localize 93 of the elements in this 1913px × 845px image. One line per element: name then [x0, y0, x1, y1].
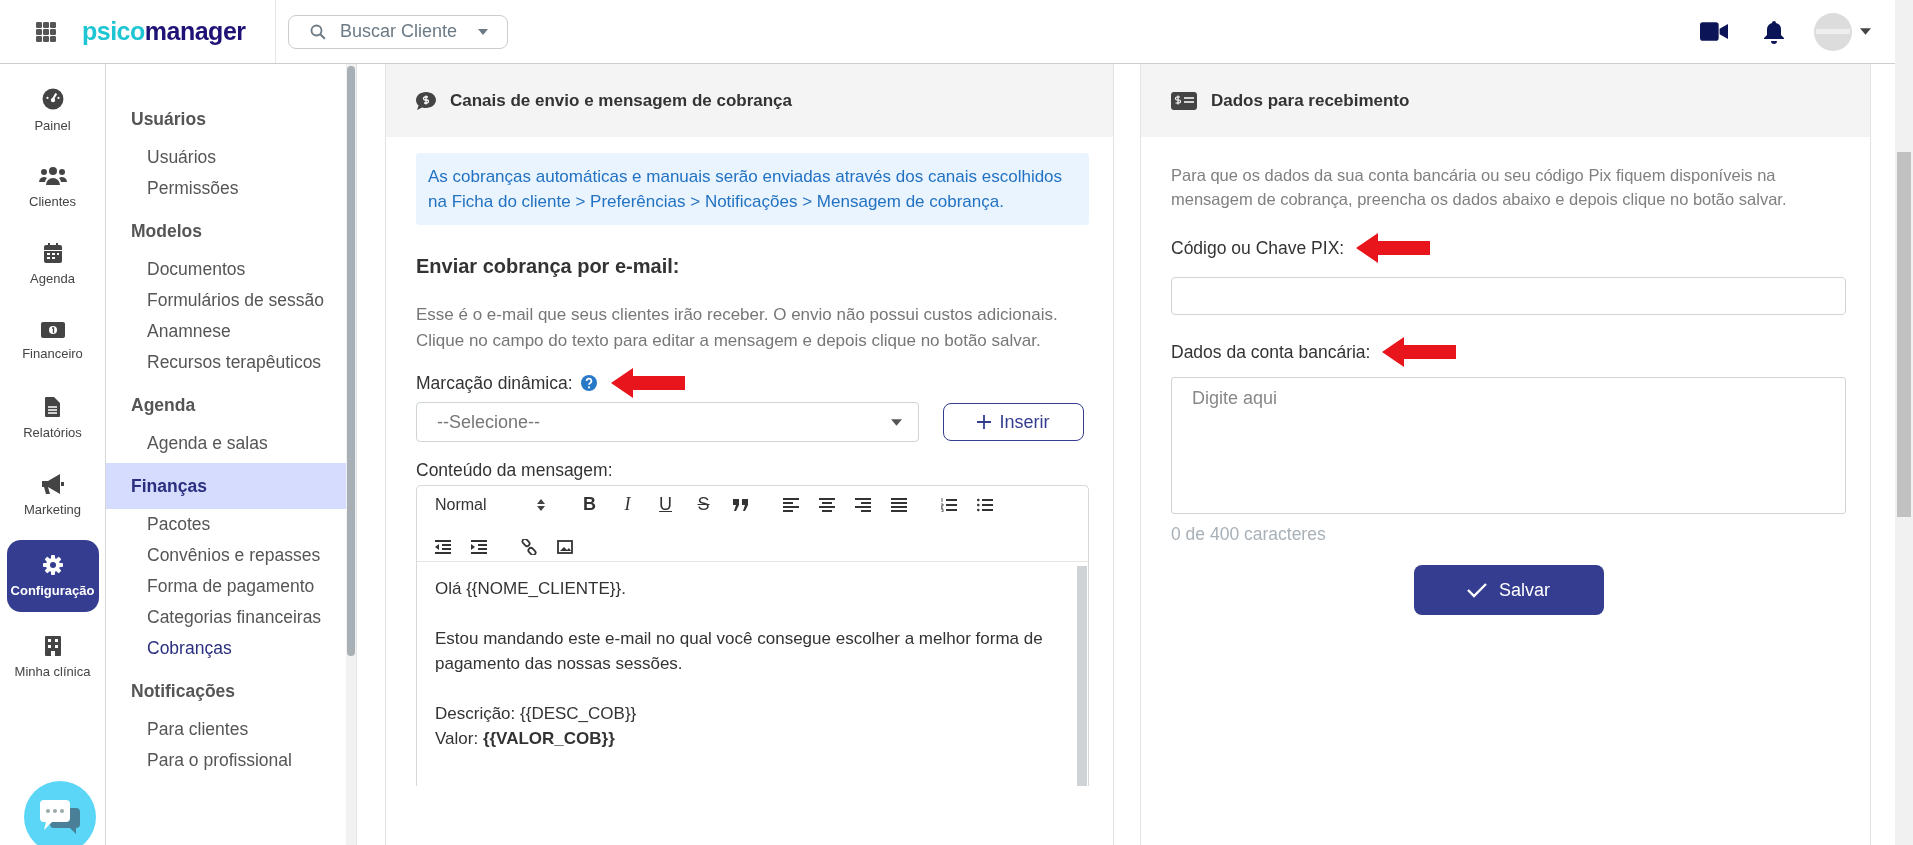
nav-item[interactable]: Marketing — [6, 463, 99, 527]
italic-button[interactable]: I — [618, 494, 637, 515]
panel-title: Canais de envio e mensagem de cobrança — [450, 90, 793, 111]
field-label: Conteúdo da mensagem: — [416, 460, 614, 481]
menu-item[interactable]: Documentos — [106, 254, 346, 285]
menu-item[interactable]: Agenda e salas — [106, 428, 346, 459]
menu-group-heading[interactable]: Modelos — [106, 208, 346, 254]
chat-button[interactable] — [24, 781, 96, 845]
search-icon — [310, 23, 326, 40]
character-counter: 0 de 400 caracteres — [1171, 524, 1327, 545]
document-icon — [45, 396, 60, 417]
align-center-icon[interactable] — [818, 497, 835, 512]
strike-button[interactable]: S — [694, 494, 713, 515]
check-icon — [1467, 582, 1487, 598]
menu-item[interactable]: Formulários de sessão — [106, 285, 346, 316]
menu-item[interactable]: Forma de pagamento — [106, 571, 346, 602]
dropdown[interactable]: --Selecione-- — [416, 402, 919, 442]
input-field[interactable] — [1171, 277, 1846, 315]
apps-grid-icon[interactable] — [36, 21, 56, 42]
menu-item[interactable]: Recursos terapêuticos — [106, 347, 346, 378]
caret-icon — [891, 418, 902, 426]
info-notice: As cobranças automáticas e manuais serão enviadas através dos canais escolhidos na Ficha do cliente > Preferências > Notificações > Mensagem de cobrança. — [416, 153, 1089, 225]
menu-item[interactable]: Pacotes — [106, 509, 346, 540]
calendar-icon — [43, 242, 62, 263]
menu-item[interactable]: Usuários — [106, 142, 346, 173]
field-label: Código ou Chave PIX: — [1171, 237, 1345, 259]
outdent-icon[interactable] — [435, 540, 451, 554]
building-icon — [44, 635, 61, 656]
message-text: Valor: {{VALOR_COB}} — [435, 728, 616, 750]
banknote-icon — [40, 321, 65, 338]
message-text: Descrição: {{DESC_COB}} — [435, 703, 638, 725]
video-camera-icon[interactable] — [1700, 22, 1728, 41]
nav-item[interactable]: Agenda — [6, 232, 99, 296]
panel-title: Dados para recebimento — [1211, 90, 1410, 111]
help-icon[interactable] — [580, 375, 597, 391]
message-text: Estou mandando este e-mail no qual você consegue escolher a melhor forma de pagamento das nossas sessões. — [435, 628, 1044, 675]
indent-icon[interactable] — [471, 540, 487, 554]
nav-item[interactable]: Configuração — [6, 540, 99, 612]
gauge-icon — [41, 87, 64, 110]
sort-arrows-icon — [536, 498, 545, 511]
quote-icon[interactable] — [732, 498, 749, 511]
bullet-list-icon[interactable] — [976, 497, 993, 512]
image-icon[interactable] — [557, 540, 573, 554]
menu-item[interactable]: Categorias financeiras — [106, 602, 346, 633]
scrollbar-thumb[interactable] — [1897, 152, 1911, 517]
plus-icon — [977, 415, 992, 429]
scrollbar[interactable] — [1895, 0, 1913, 845]
scrollbar[interactable] — [346, 64, 356, 845]
menu-item[interactable]: Para o profissional — [106, 745, 346, 776]
numbered-list-icon[interactable] — [940, 497, 957, 512]
menu-item[interactable]: Cobranças — [106, 633, 346, 664]
format-dropdown[interactable]: Normal — [435, 495, 545, 514]
nav-item[interactable]: Clientes — [6, 155, 99, 219]
caret-icon[interactable] — [1860, 28, 1871, 35]
caret-icon[interactable] — [478, 28, 488, 35]
search-field[interactable]: Buscar Cliente — [288, 14, 508, 49]
message-text: Olá {{NOME_CLIENTE}}. — [435, 578, 627, 600]
users-icon — [38, 165, 67, 186]
save-button[interactable]: Salvar — [1413, 565, 1604, 615]
nav-item[interactable]: Minha clínica — [6, 625, 99, 689]
menu-group-heading[interactable]: Usuários — [106, 96, 346, 142]
link-icon[interactable] — [521, 539, 537, 555]
description: Esse é o e-mail que seus clientes irão receber. O envio não possui custos adicionais. Clique no campo do texto para editar a mensagem e depois clique no botão salvar. — [416, 304, 1059, 352]
speech-bubble-dollar-icon — [416, 91, 436, 110]
settings-icon — [42, 554, 63, 575]
nav-item[interactable]: Relatórios — [6, 386, 99, 450]
banknote-icon — [1171, 91, 1197, 110]
nav-item[interactable]: Financeiro — [6, 309, 99, 373]
field-label: Marcação dinâmica: — [416, 372, 573, 394]
nav-item[interactable]: Painel — [6, 78, 99, 142]
menu-group-heading[interactable]: Finanças — [106, 463, 346, 509]
bell-icon[interactable] — [1764, 19, 1784, 44]
align-right-icon[interactable] — [854, 497, 871, 512]
align-left-icon[interactable] — [782, 497, 799, 512]
menu-group-heading[interactable]: Notificações — [106, 668, 346, 714]
text-area[interactable]: Digite aqui — [1171, 377, 1846, 514]
megaphone-icon — [41, 473, 64, 494]
menu-item[interactable]: Permissões — [106, 173, 346, 204]
field-label: Dados da conta bancária: — [1171, 341, 1371, 363]
section-heading: Enviar cobrança por e-mail: — [416, 255, 681, 278]
underline-button[interactable]: U — [656, 494, 675, 515]
menu-group-heading[interactable]: Agenda — [106, 382, 346, 428]
justify-icon[interactable] — [890, 497, 907, 512]
bold-button[interactable]: B — [580, 494, 599, 515]
logo[interactable]: psicomanager — [82, 17, 246, 46]
menu-item[interactable]: Anamnese — [106, 316, 346, 347]
menu-item[interactable]: Para clientes — [106, 714, 346, 745]
menu-item[interactable]: Convênios e repasses — [106, 540, 346, 571]
scrollbar-thumb[interactable] — [347, 66, 355, 656]
scrollbar[interactable] — [1077, 566, 1087, 786]
description: Para que os dados da sua conta bancária ou seu código Pix fiquem disponíveis na mensagem de cobrança, preencha os dados abaixo e depois clique no botão salvar. — [1171, 165, 1788, 210]
chat-icon — [40, 800, 80, 834]
insert-button[interactable]: Inserir — [943, 403, 1084, 441]
